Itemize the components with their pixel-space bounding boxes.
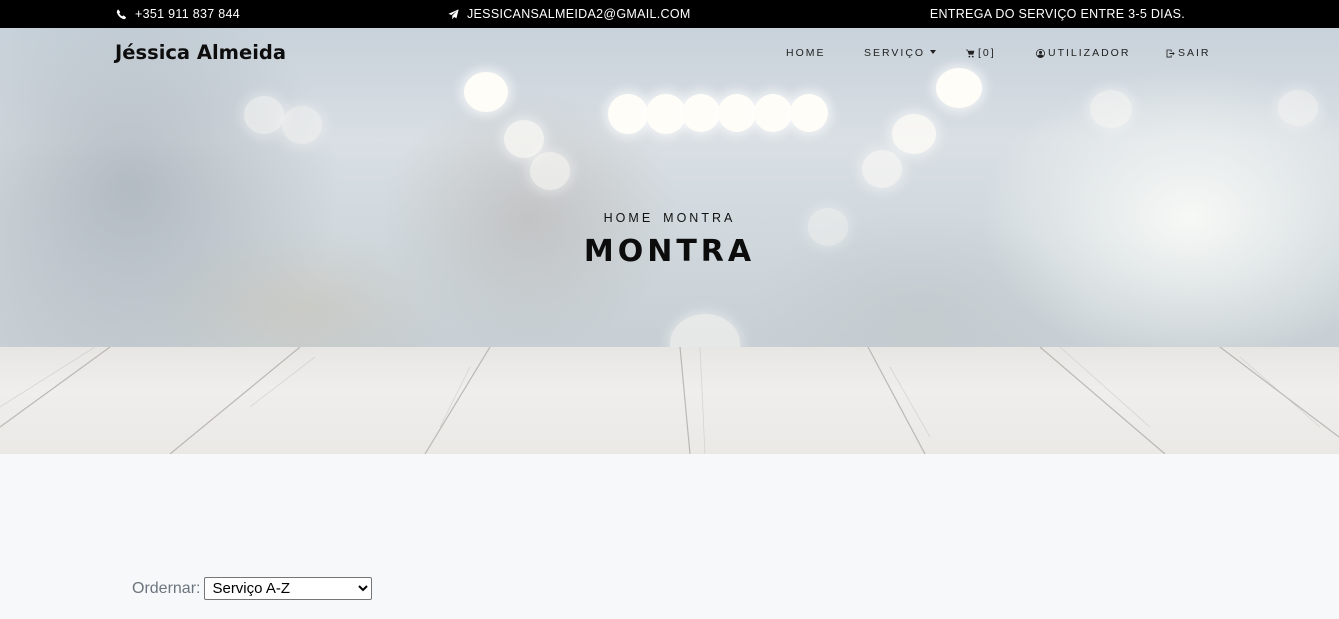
bokeh-light: [682, 94, 720, 132]
bokeh-light: [862, 150, 902, 188]
nav-servico-label: SERVIÇO: [864, 47, 926, 59]
bokeh-light: [244, 96, 284, 134]
bokeh-light: [608, 94, 648, 134]
caret-down-icon: [930, 50, 937, 54]
nav-home[interactable]: HOME: [786, 47, 826, 59]
hero-banner: [0, 28, 1339, 348]
sort-control: Ordernar: Serviço A-Z: [132, 577, 373, 600]
nav-cart[interactable]: [0]: [966, 47, 996, 59]
paper-plane-icon: [448, 8, 459, 19]
cart-icon: [966, 49, 975, 57]
wood-plank-lines: [0, 347, 1339, 454]
bokeh-light: [1278, 90, 1318, 126]
nav-servico-dropdown[interactable]: SERVIÇO: [864, 47, 937, 59]
sign-out-icon: [1166, 49, 1175, 57]
top-info-bar: +351 911 837 844 JESSICANSALMEIDA2@GMAIL…: [0, 0, 1339, 28]
nav-user-label: UTILIZADOR: [1048, 47, 1131, 59]
breadcrumb-current: MONTRA: [663, 211, 736, 225]
brand-logo[interactable]: Jéssica Almeida: [115, 41, 286, 64]
bokeh-light: [754, 94, 792, 132]
bokeh-light: [790, 94, 828, 132]
bokeh-light: [646, 94, 686, 134]
nav-home-label: HOME: [786, 47, 826, 59]
bokeh-light: [936, 68, 982, 108]
sort-label: Ordernar:: [132, 579, 201, 597]
breadcrumb: HOME MONTRA: [0, 211, 1339, 225]
cart-count: [0]: [978, 47, 996, 59]
bokeh-light: [670, 314, 740, 348]
bokeh-light: [504, 120, 544, 158]
phone-number: +351 911 837 844: [135, 7, 241, 21]
email-contact[interactable]: JESSICANSALMEIDA2@GMAIL.COM: [448, 7, 691, 21]
wood-table-banner: [0, 347, 1339, 454]
bokeh-light: [1090, 90, 1132, 128]
delivery-notice: ENTREGA DO SERVIÇO ENTRE 3-5 DIAS.: [930, 7, 1185, 21]
nav-user[interactable]: UTILIZADOR: [1036, 47, 1130, 59]
bokeh-light: [530, 152, 570, 190]
bokeh-light: [464, 72, 508, 112]
phone-icon: [116, 9, 126, 19]
breadcrumb-home[interactable]: HOME: [604, 211, 654, 225]
bokeh-light: [718, 94, 756, 132]
sort-select[interactable]: Serviço A-Z: [204, 577, 373, 600]
delivery-text: ENTREGA DO SERVIÇO ENTRE 3-5 DIAS.: [929, 7, 1185, 21]
nav-logout-label: SAIR: [1178, 47, 1211, 59]
phone-contact[interactable]: +351 911 837 844: [116, 7, 240, 21]
email-address: JESSICANSALMEIDA2@GMAIL.COM: [467, 7, 691, 21]
bokeh-light: [892, 114, 936, 154]
user-circle-icon: [1036, 48, 1045, 58]
nav-logout[interactable]: SAIR: [1166, 47, 1211, 59]
bokeh-light: [282, 106, 322, 144]
page-title: MONTRA: [583, 234, 756, 269]
